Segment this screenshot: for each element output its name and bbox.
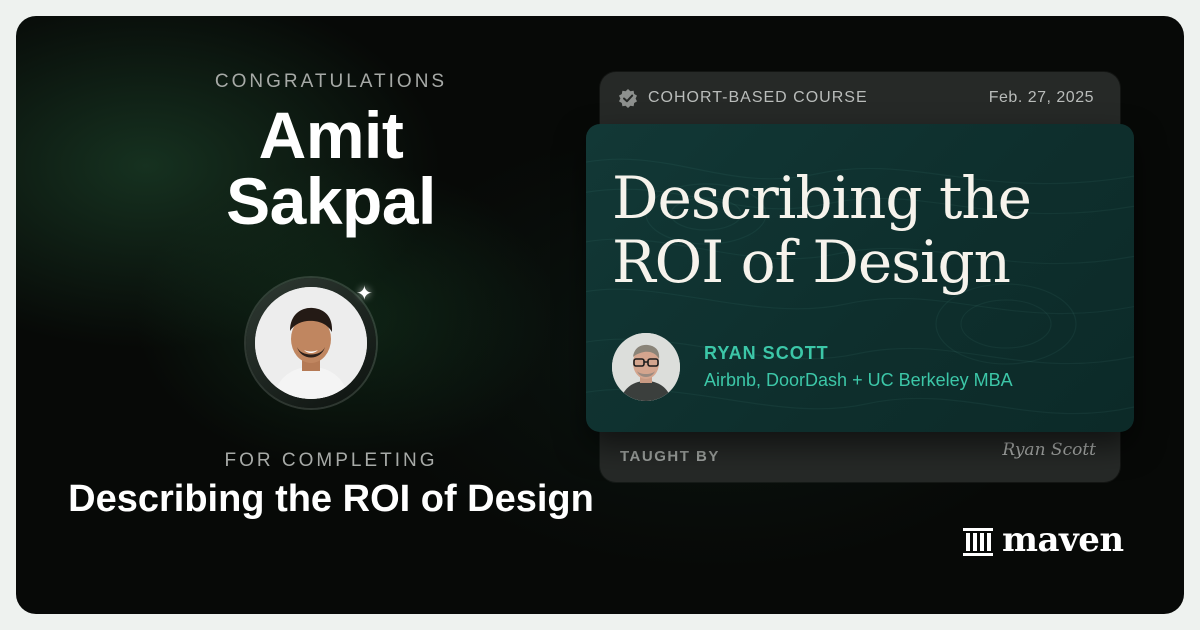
maven-logo-icon — [963, 528, 993, 556]
recipient-name: Amit Sakpal — [16, 102, 646, 234]
course-title: Describing the ROI of Design — [612, 164, 1032, 296]
for-completing-label: FOR COMPLETING — [224, 450, 438, 471]
maven-wordmark: maven — [1002, 520, 1124, 560]
recipient-last-name: Sakpal — [226, 164, 436, 238]
instructor-name: RYAN SCOTT — [704, 343, 829, 363]
congratulations-label: CONGRATULATIONS — [214, 71, 448, 92]
course-card-header: COHORT-BASED COURSE Feb. 27, 2025 — [600, 72, 1120, 124]
recipient-first-name: Amit — [258, 98, 404, 172]
course-type-label: COHORT-BASED COURSE — [648, 89, 868, 106]
instructor-bio: Airbnb, DoorDash + UC Berkeley MBA — [704, 370, 1013, 390]
certificate-card: CONGRATULATIONS Amit Sakpal ✦ FOR COMPLE… — [16, 16, 1184, 614]
recipient-panel: CONGRATULATIONS Amit Sakpal ✦ FOR COMPLE… — [16, 16, 646, 614]
course-date: Feb. 27, 2025 — [988, 89, 1094, 106]
verified-badge-icon — [619, 89, 637, 108]
instructor-avatar — [612, 333, 680, 401]
course-feature-panel: Describing the ROI of Design RYAN SCOTT … — [586, 124, 1134, 432]
maven-logo: maven — [962, 520, 1152, 562]
taught-by-label: TAUGHT BY — [620, 448, 720, 465]
instructor-signature: Ryan Scott — [1002, 440, 1096, 460]
completed-course-title: Describing the ROI of Design — [68, 478, 594, 520]
sparkle-icon: ✦ — [356, 283, 373, 305]
recipient-avatar — [255, 287, 367, 399]
